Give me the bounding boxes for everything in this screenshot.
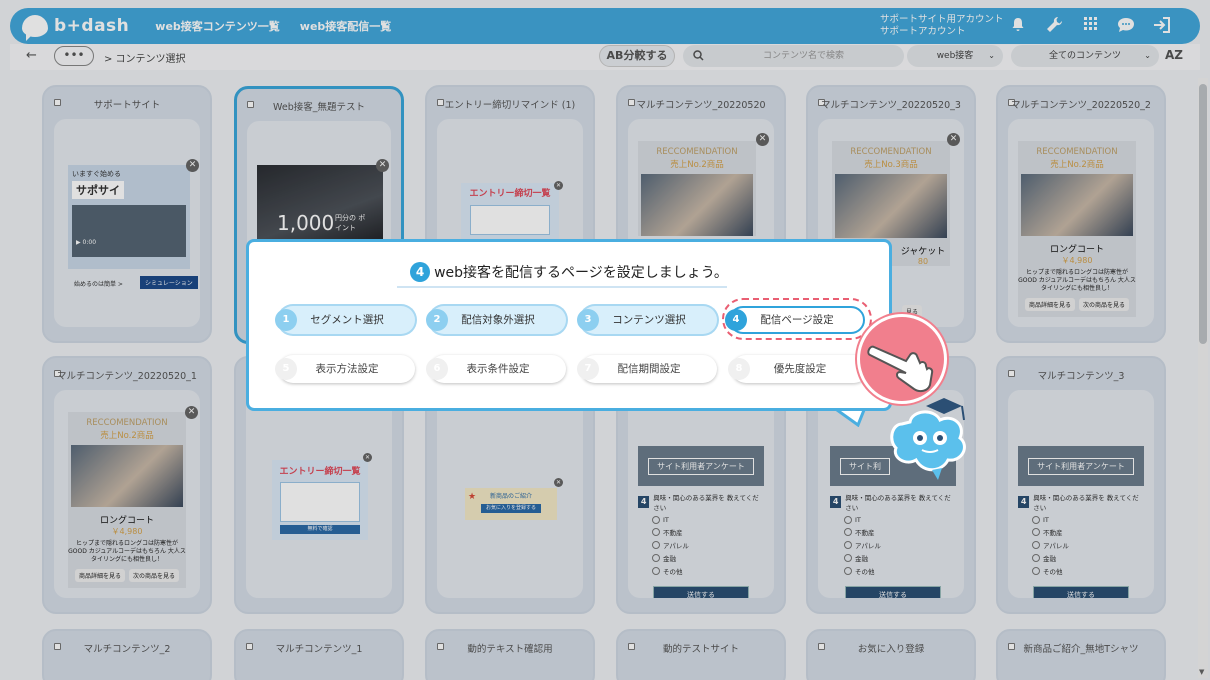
title-underline bbox=[397, 286, 727, 288]
mascot-character-icon bbox=[890, 398, 966, 480]
step-number: 3 bbox=[577, 309, 599, 331]
step-label: コンテンツ選択 bbox=[612, 314, 686, 326]
dialog-title: 4 web接客を配信するページを設定しましょう。 bbox=[249, 262, 889, 282]
step-priority[interactable]: 8 優先度設定 bbox=[728, 355, 868, 383]
step-exclusion[interactable]: 2 配信対象外選択 bbox=[426, 306, 566, 334]
step-display-method[interactable]: 5 表示方法設定 bbox=[275, 355, 415, 383]
step-label: 優先度設定 bbox=[773, 363, 827, 375]
step-number: 8 bbox=[728, 358, 750, 380]
step-number: 2 bbox=[426, 309, 448, 331]
step-content[interactable]: 3 コンテンツ選択 bbox=[577, 306, 717, 334]
title-text: web接客を配信するページを設定しましょう。 bbox=[434, 265, 728, 281]
pointing-hand-icon bbox=[857, 314, 947, 404]
active-step-highlight bbox=[722, 298, 872, 340]
step-label: 配信対象外選択 bbox=[461, 314, 535, 326]
step-label: 表示方法設定 bbox=[315, 363, 379, 375]
step-number: 1 bbox=[275, 309, 297, 331]
step-label: 配信期間設定 bbox=[617, 363, 681, 375]
step-display-condition[interactable]: 6 表示条件設定 bbox=[426, 355, 566, 383]
step-delivery-period[interactable]: 7 配信期間設定 bbox=[577, 355, 717, 383]
step-segment[interactable]: 1 セグメント選択 bbox=[275, 306, 415, 334]
step-number: 7 bbox=[577, 358, 599, 380]
step-label: 表示条件設定 bbox=[466, 363, 530, 375]
title-step-number: 4 bbox=[410, 262, 431, 282]
step-number: 6 bbox=[426, 358, 448, 380]
step-label: セグメント選択 bbox=[310, 314, 384, 326]
step-number: 5 bbox=[275, 358, 297, 380]
